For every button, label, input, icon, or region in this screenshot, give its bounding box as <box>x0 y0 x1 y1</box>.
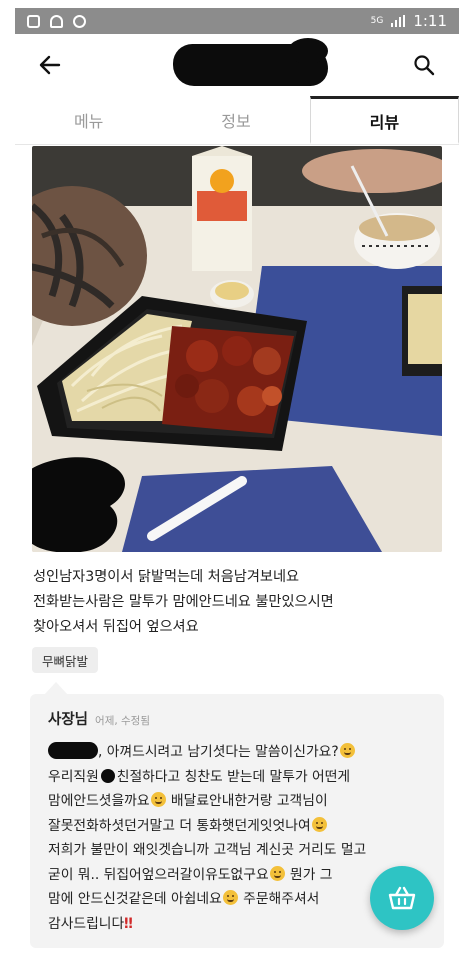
double-exclamation-icon: ‼ <box>124 915 133 932</box>
top-app-bar <box>15 38 459 94</box>
grinning-emoji-icon <box>269 865 285 881</box>
review-text: 성인남자3명이서 닭발먹는데 처음남겨보네요 전화받는사람은 말투가 맘에안드네… <box>33 565 443 640</box>
status-icons-right: 5G 1:11 <box>371 12 447 30</box>
redacted-name <box>48 742 98 759</box>
shopping-basket-icon <box>388 886 416 910</box>
redacted-dot <box>100 768 115 783</box>
usb-icon <box>50 14 63 28</box>
status-bar: 5G 1:11 <box>15 8 459 34</box>
signal-icon <box>391 15 406 27</box>
review-photo-image <box>32 146 442 552</box>
reply-line: 저희가 불만이 왜잇겟습니까 고객님 계신곳 거리도 멀고 <box>48 842 367 858</box>
review-line: 전화받는사람은 말투가 맘에안드네요 불만있으시면 <box>33 594 334 610</box>
status-icons-left <box>27 14 86 28</box>
tab-reviews[interactable]: 리뷰 <box>309 96 459 144</box>
tab-menu[interactable]: 메뉴 <box>15 96 162 144</box>
sad-emoji-icon <box>222 890 238 905</box>
cart-fab-button[interactable] <box>370 866 434 930</box>
reply-header: 사장님 어제, 수정됨 <box>48 708 150 729</box>
reply-line: 우리직원 친절하다고 칭찬도 받는데 말투가 어떤게 <box>48 768 351 785</box>
reply-line: 잘못전화하셧던거말고 더 통화햇던게잇엇나여 <box>48 814 438 839</box>
arrow-left-icon <box>39 55 61 75</box>
tab-info[interactable]: 정보 <box>162 96 309 144</box>
tab-bar: 메뉴 정보 리뷰 <box>15 96 459 145</box>
alarm-icon <box>73 14 86 28</box>
status-time: 1:11 <box>413 12 447 30</box>
reply-line: 맘에안드셧을까요 배달료안내한거랑 고객님이 <box>48 792 328 809</box>
search-button[interactable] <box>407 48 441 82</box>
reply-meta: 어제, 수정됨 <box>95 715 151 727</box>
network-label: 5G <box>370 16 384 26</box>
bag-icon <box>27 14 40 28</box>
review-line: 성인남자3명이서 닭발먹는데 처음남겨보네요 <box>33 569 300 585</box>
reply-author: 사장님 <box>48 712 89 728</box>
menu-tag[interactable]: 무뼈닭발 <box>32 647 99 673</box>
search-icon <box>414 55 435 76</box>
review-photo[interactable] <box>32 146 442 552</box>
reply-line: , 아껴드시려고 남기셧다는 말씀이신가요? <box>48 740 438 765</box>
surprised-emoji-icon <box>311 816 327 832</box>
back-button[interactable] <box>33 48 67 82</box>
laughing-emoji-icon <box>339 743 355 758</box>
thinking-emoji-icon <box>150 792 166 807</box>
review-line: 찾아오셔서 뒤집어 엎으셔요 <box>33 619 199 635</box>
redacted-store-name <box>173 38 328 86</box>
